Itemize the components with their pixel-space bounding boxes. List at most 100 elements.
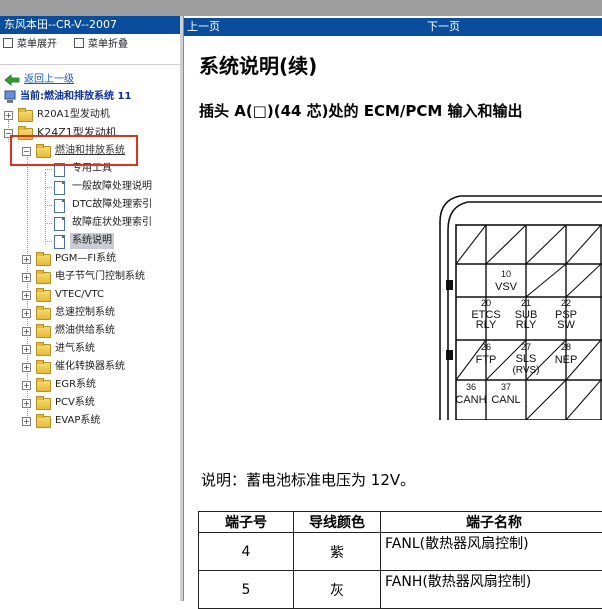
document-title: 系统说明(续) [199,50,317,79]
document-subtitle: 插头 A(□)(44 芯)处的 ECM/PCM 输入和输出 [199,100,523,121]
pin-name: VSV [495,281,518,293]
current-location: 当前:燃油和排放系统 11 [20,89,131,105]
pin-name: RLY [516,319,537,331]
document-panel: 上一页 下一页 系统说明(续) 插头 A(□)(44 芯)处的 ECM/PCM … [184,16,602,601]
expand-icon[interactable]: + [22,345,31,354]
pin-number: 37 [501,382,511,392]
expand-icon[interactable]: + [22,309,31,318]
document-icon [54,217,65,231]
tree-label: 燃油供给系统 [55,323,115,339]
expand-icon[interactable]: + [22,363,31,372]
table-row: 5 灰 FANH(散热器风扇控制) [199,571,602,609]
folder-icon [36,326,51,338]
folder-icon [36,308,51,320]
tree-line [45,187,52,188]
terminal-number: 4 [199,533,294,571]
folder-icon [36,416,51,428]
folder-icon [36,344,51,356]
pin-name: RLY [476,319,497,331]
back-link[interactable]: 返回上一级 [24,72,74,88]
expand-icon[interactable]: + [22,417,31,426]
tree-line [45,223,52,224]
menu-icon [74,38,84,48]
tree-label: 一般故障处理说明 [72,179,152,195]
tree-label: 电子节气门控制系统 [55,269,145,285]
pin-number: 22 [561,298,571,308]
latch-mark [446,280,453,290]
menu-icon [3,38,13,48]
app-title: 东风本田--CR-V--2007 [0,16,180,34]
tree-label: 系统说明 [70,233,114,249]
terminal-number: 5 [199,571,294,609]
folder-icon [36,254,51,266]
folder-icon [36,398,51,410]
divider [0,64,180,65]
latch-mark [446,350,453,360]
pin-number: 36 [466,382,476,392]
column-header: 端子号 [199,512,294,533]
folder-icon [36,290,51,302]
pin-name: NEP [555,354,578,366]
terminal-table: 端子号 导线颜色 端子名称 4 紫 FANL(散热器风扇控制) 5 灰 FANH… [198,511,602,609]
table-header-row: 端子号 导线颜色 端子名称 [199,512,602,533]
expand-icon[interactable]: + [4,111,13,120]
pin-name: SLS [516,353,537,365]
menu-expand-label: 菜单展开 [17,39,57,50]
voltage-note: 说明：蓄电池标准电压为 12V。 [201,469,415,490]
terminal-name: FANH(散热器风扇控制) [381,571,602,609]
pin-number: 27 [521,342,531,352]
menu-expand-button[interactable]: 菜单展开 [3,38,57,52]
red-highlight-box [10,135,138,166]
tree-label: 进气系统 [55,341,95,357]
tree-line [45,169,52,170]
expand-icon[interactable]: + [22,291,31,300]
pin-name: FTP [476,354,497,366]
folder-icon [36,362,51,374]
pin-number: 10 [501,269,511,279]
document-nav-bar: 上一页 下一页 [184,18,602,36]
menu-collapse-label: 菜单折叠 [88,39,128,50]
pin-number: 20 [481,298,491,308]
next-page-link[interactable]: 下一页 [427,18,460,36]
pin-name: CANH [455,394,486,406]
expand-icon[interactable]: + [22,327,31,336]
tree-label: EGR系统 [55,377,96,393]
tree-line [45,205,52,206]
pin-number: 26 [481,342,491,352]
document-icon [54,181,65,195]
tree-label: R20A1型发动机 [37,107,110,123]
folder-icon [18,110,33,122]
menu-collapse-button[interactable]: 菜单折叠 [74,38,128,52]
pin-name: (RVS) [512,365,539,376]
terminal-name: FANL(散热器风扇控制) [381,533,602,571]
pin-number: 28 [561,342,571,352]
expand-icon[interactable]: + [22,273,31,282]
navigation-panel: 东风本田--CR-V--2007 菜单展开 菜单折叠 返回上一级 当前:燃油和排… [0,16,180,601]
pin-name: CANL [491,394,520,406]
wire-color: 紫 [294,533,381,571]
pin-number: 21 [521,298,531,308]
folder-icon [36,380,51,392]
column-header: 导线颜色 [294,512,381,533]
expand-icon[interactable]: + [22,255,31,264]
tree-label: EVAP系统 [55,413,100,429]
tree-label: VTEC/VTC [55,287,104,303]
prev-page-link[interactable]: 上一页 [187,18,220,36]
tree-label: 故障症状处理索引 [72,215,152,231]
expand-icon[interactable]: + [22,399,31,408]
table-row: 4 紫 FANL(散热器风扇控制) [199,533,602,571]
tree-label: 怠速控制系统 [55,305,115,321]
tree-label: PGM—FI系统 [55,251,116,267]
column-header: 端子名称 [381,512,602,533]
document-icon [54,199,65,213]
green-back-arrow-icon [4,74,20,86]
wire-color: 灰 [294,571,381,609]
connector-diagram: 10 VSV 20 ETCS RLY 21 SUB RLY 22 PSP SW … [428,182,602,420]
folder-icon [36,272,51,284]
tree-line [45,241,52,242]
tree-line [45,172,46,244]
tree-label: 催化转换器系统 [55,359,125,375]
computer-icon [4,90,16,104]
expand-icon[interactable]: + [22,381,31,390]
document-icon [54,235,65,249]
